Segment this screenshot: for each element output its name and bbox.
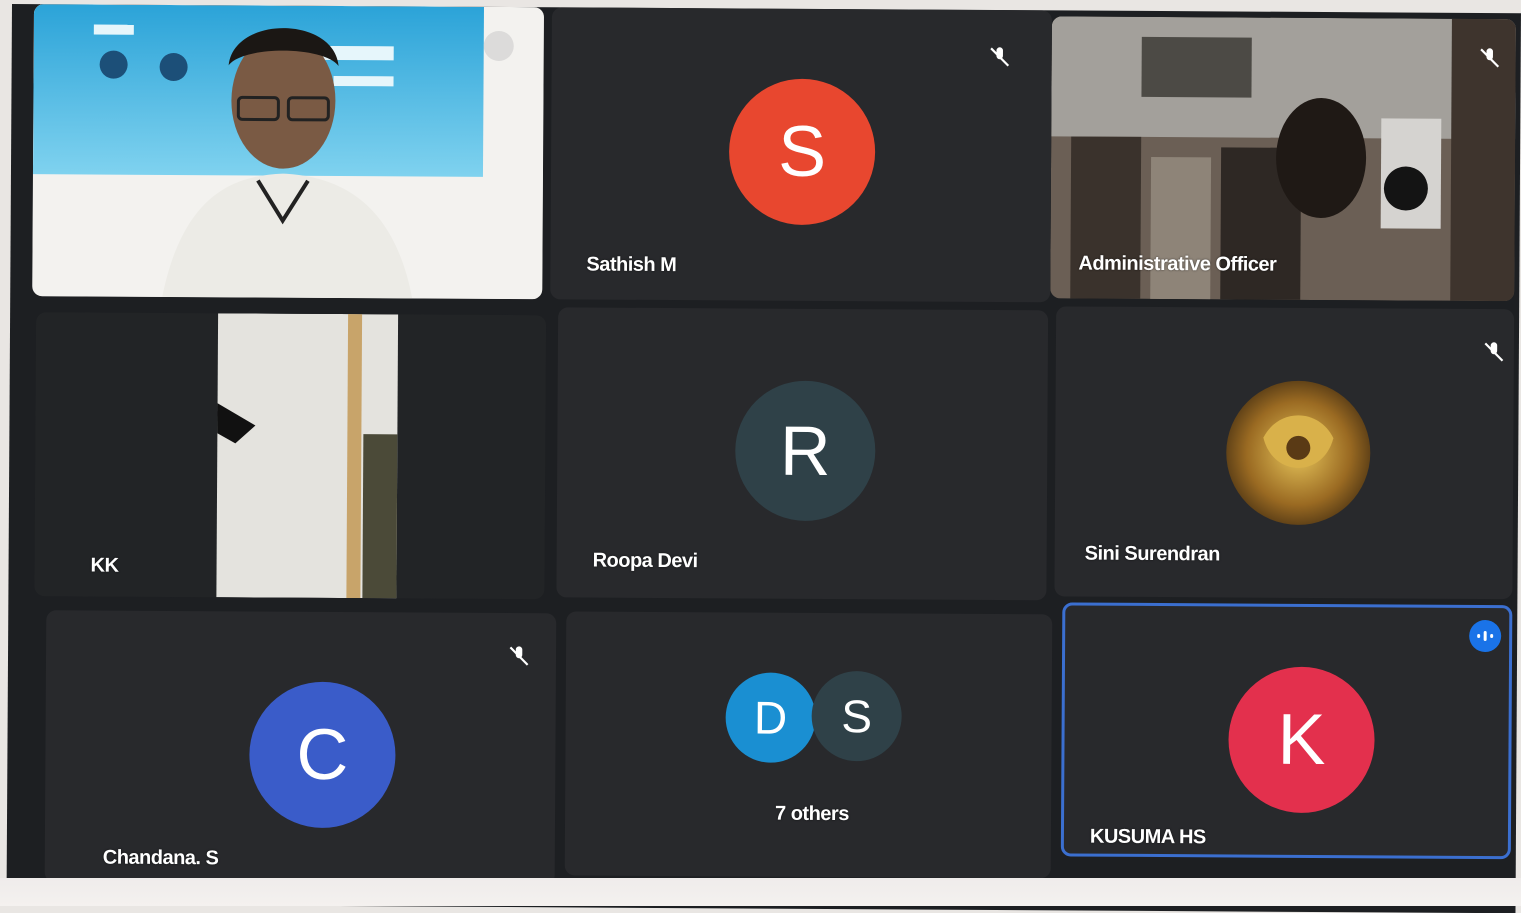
participant-name: KK xyxy=(90,554,119,577)
pin-icon[interactable] xyxy=(483,30,514,62)
audio-level-icon xyxy=(1469,619,1502,653)
participant-tile-kusuma[interactable]: K KUSUMA HS xyxy=(1060,602,1513,860)
participant-tile-sini[interactable]: Sini Surendran xyxy=(1054,306,1515,600)
participant-name: Administrative Officer xyxy=(1078,252,1277,276)
mic-off-icon xyxy=(506,643,532,669)
participant-name: Sathish M xyxy=(586,253,677,277)
participant-tile-kk[interactable]: KK xyxy=(34,312,547,600)
avatar: S xyxy=(811,670,902,762)
participant-tile-chandana[interactable]: C Chandana. S xyxy=(44,610,557,886)
avatar: K xyxy=(1228,666,1375,814)
participant-name: KUSUMA HS xyxy=(1089,825,1206,849)
photo-background xyxy=(0,878,1521,906)
meeting-grid: S Sathish M Administrative Officer KK R … xyxy=(6,4,1521,913)
avatar: S xyxy=(728,78,876,226)
participant-name: Sini Surendran xyxy=(1084,542,1220,566)
presenter-video-feed xyxy=(32,4,544,300)
participant-name: Roopa Devi xyxy=(592,549,698,573)
avatar: C xyxy=(248,681,396,829)
participant-tile-admin-officer[interactable]: Administrative Officer xyxy=(1050,16,1516,302)
participant-tile-roopa[interactable]: R Roopa Devi xyxy=(556,307,1049,601)
avatar xyxy=(1226,380,1371,525)
avatar: R xyxy=(734,380,876,522)
avatar: D xyxy=(725,672,816,763)
participant-name: Chandana. S xyxy=(102,846,219,870)
participant-name: 7 others xyxy=(775,802,849,826)
participant-tile-presenter[interactable] xyxy=(32,4,544,300)
participant-tile-others[interactable]: D S 7 others xyxy=(564,611,1053,879)
mic-off-icon xyxy=(987,44,1013,70)
mic-off-icon xyxy=(1477,45,1503,71)
participant-tile-sathish[interactable]: S Sathish M xyxy=(550,7,1052,303)
mic-off-icon xyxy=(1481,339,1507,365)
